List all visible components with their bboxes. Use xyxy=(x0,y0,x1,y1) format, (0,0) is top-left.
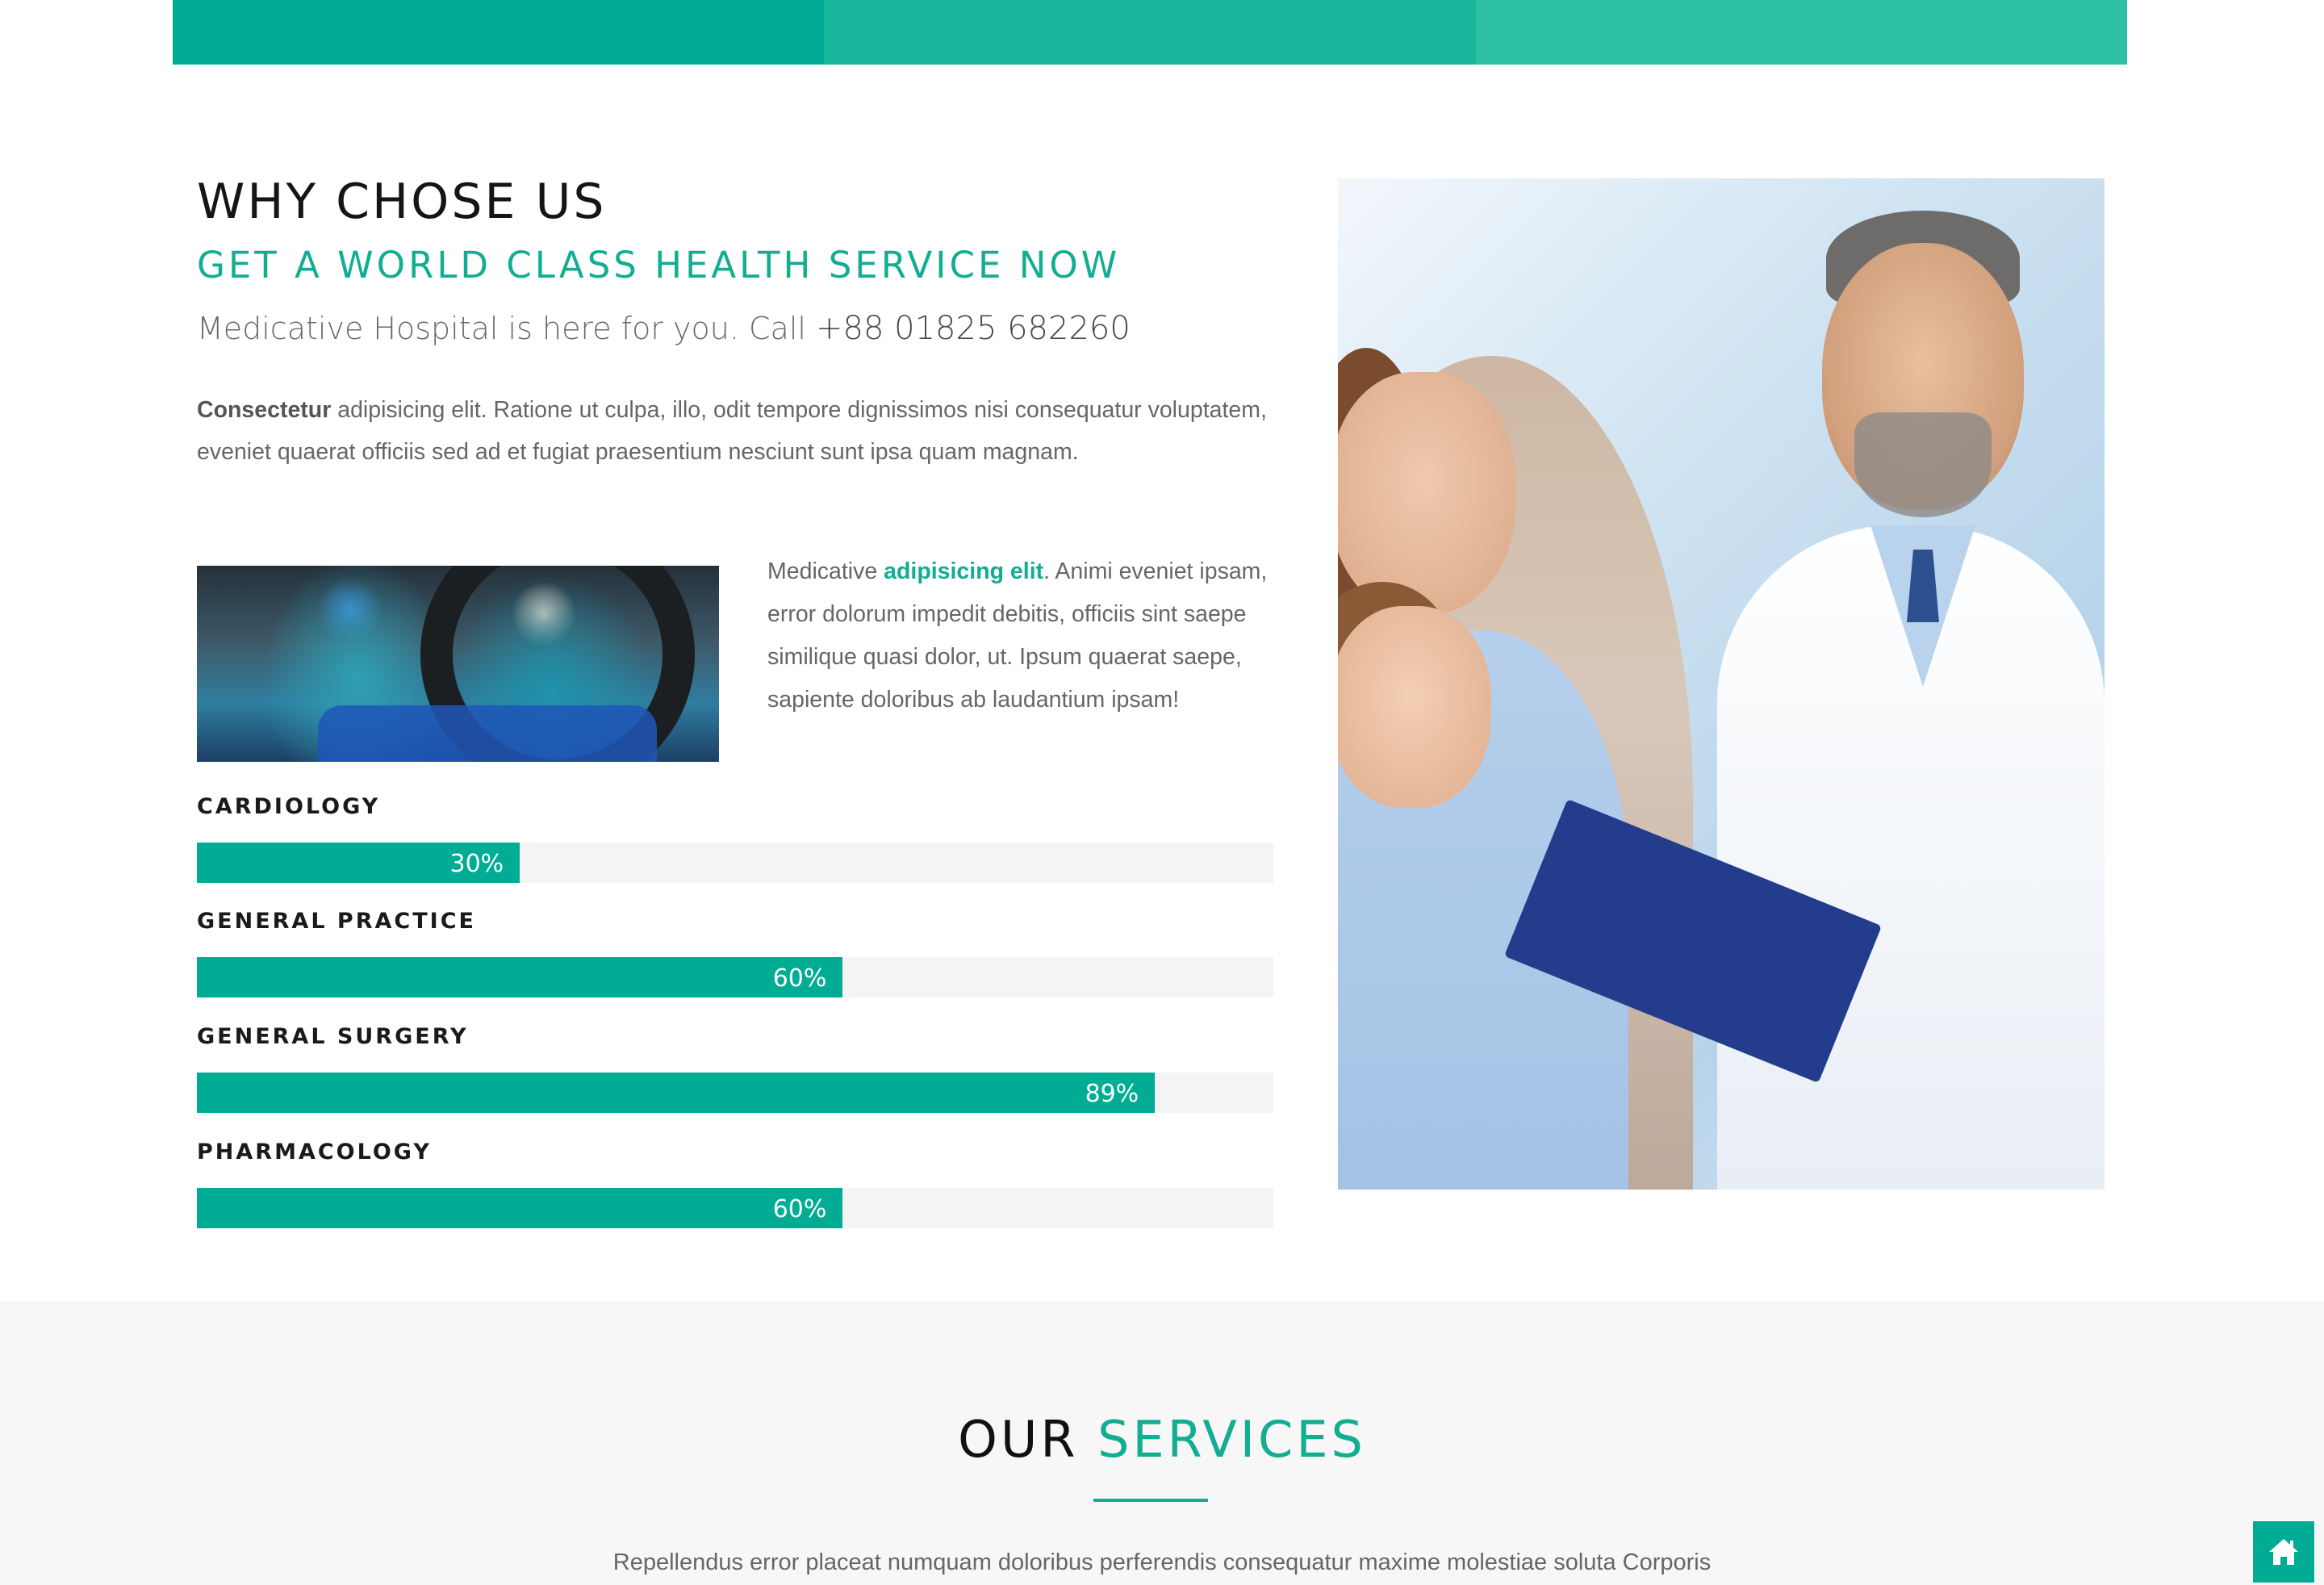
image-figure-doctor-beard xyxy=(1854,412,1992,517)
services-section: OUR SERVICES Repellendus error placeat n… xyxy=(0,1301,2324,1585)
progress-fill: 30% xyxy=(197,843,520,883)
skill-label: PHARMACOLOGY xyxy=(197,1140,432,1165)
image-figure-mother-head xyxy=(1338,372,1515,614)
surgery-image-drape xyxy=(318,705,657,762)
progress-percent: 60% xyxy=(772,1195,827,1223)
top-bar-segment-1 xyxy=(173,0,825,65)
progress-track: 60% xyxy=(197,1188,1273,1228)
phone-number: +88 01825 682260 xyxy=(816,310,1131,347)
progress-fill: 60% xyxy=(197,957,843,997)
side-text-highlight: adipisicing elit xyxy=(884,558,1044,584)
side-text-pre: Medicative xyxy=(767,558,884,584)
call-line: Medicative Hospital is here for you. Cal… xyxy=(197,310,1131,347)
skill-general-practice: GENERAL PRACTICE 60% xyxy=(197,905,1273,997)
skill-label: CARDIOLOGY xyxy=(197,794,381,819)
progress-fill: 60% xyxy=(197,1188,843,1228)
section-title: WHY CHOSE US xyxy=(197,174,607,230)
surgery-image xyxy=(197,566,719,762)
intro-text: adipisicing elit. Ratione ut culpa, illo… xyxy=(197,397,1267,465)
skill-pharmacology: PHARMACOLOGY 60% xyxy=(197,1136,1273,1228)
intro-bold: Consectetur xyxy=(197,397,332,423)
doctor-family-image xyxy=(1338,178,2105,1190)
services-title: OUR SERVICES xyxy=(0,1410,2324,1469)
progress-percent: 30% xyxy=(449,850,504,878)
progress-track: 60% xyxy=(197,957,1273,997)
home-icon xyxy=(2269,1539,2298,1565)
progress-percent: 89% xyxy=(1085,1080,1139,1108)
side-paragraph: Medicative adipisicing elit. Animi eveni… xyxy=(767,550,1292,721)
services-title-plain: OUR xyxy=(958,1410,1098,1469)
image-figure-child-head xyxy=(1338,606,1491,808)
progress-track: 30% xyxy=(197,843,1273,883)
skill-cardiology: CARDIOLOGY 30% xyxy=(197,791,1273,883)
skill-general-surgery: GENERAL SURGERY 89% xyxy=(197,1021,1273,1113)
services-description: Repellendus error placeat numquam dolori… xyxy=(612,1549,1712,1575)
section-subtitle: GET A WORLD CLASS HEALTH SERVICE NOW xyxy=(197,244,1121,286)
services-divider xyxy=(1093,1499,1208,1502)
skill-label: GENERAL PRACTICE xyxy=(197,909,476,934)
top-color-bar xyxy=(173,0,2127,65)
home-button[interactable] xyxy=(2251,1520,2316,1584)
top-bar-segment-3 xyxy=(1475,0,2127,65)
progress-fill: 89% xyxy=(197,1073,1156,1113)
progress-track: 89% xyxy=(197,1073,1273,1113)
skill-label: GENERAL SURGERY xyxy=(197,1024,469,1049)
call-text: Medicative Hospital is here for you. Cal… xyxy=(197,311,817,346)
top-bar-segment-2 xyxy=(824,0,1476,65)
intro-paragraph: Consectetur adipisicing elit. Ratione ut… xyxy=(197,389,1294,473)
services-title-accent: SERVICES xyxy=(1097,1410,1366,1469)
progress-percent: 60% xyxy=(772,964,827,993)
